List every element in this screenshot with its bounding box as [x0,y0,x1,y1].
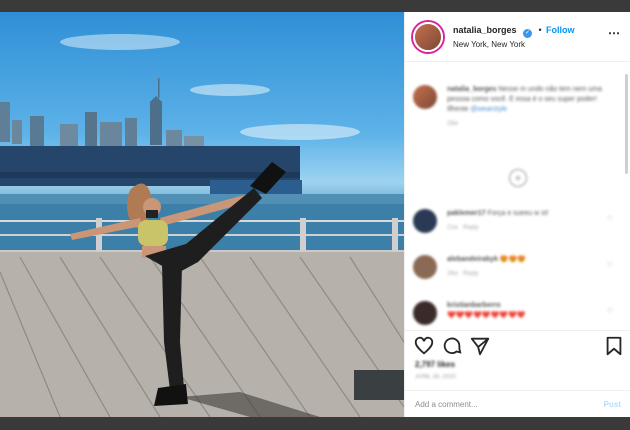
avatar[interactable] [413,255,437,279]
comment-like-icon[interactable]: ♡ [607,215,613,225]
reply-button[interactable]: Reply [463,225,478,231]
comment-like-icon[interactable]: ♡ [607,307,613,317]
add-comment-bar: Post [405,390,630,417]
avatar[interactable] [413,209,437,233]
more-options-icon[interactable]: ⋯ [608,26,620,40]
location-link[interactable]: New York, New York [453,38,575,51]
caption-text: natalia_borges Nesse m undo não tem nem … [447,85,613,115]
caption: natalia_borges Nesse m undo não tem nem … [413,85,613,129]
comment-time: 21w [447,225,459,231]
comment-body: ❤️❤️❤️❤️❤️❤️❤️❤️❤️ [447,312,526,319]
comment-body: Força e sueeu w st! [487,210,549,217]
comment-item: alebandeirabyk 😍😍😍 26w Reply ♡ [413,255,613,279]
follow-button[interactable]: Follow [546,25,575,35]
comment-text: kristianbarberro ❤️❤️❤️❤️❤️❤️❤️❤️❤️ [447,301,613,321]
comment-item: kristianbarberro ❤️❤️❤️❤️❤️❤️❤️❤️❤️ ♡ [413,301,613,325]
separator-dot: • [538,25,542,35]
comment-icon[interactable] [441,335,463,357]
caption-time: 26w [447,121,459,127]
share-icon[interactable] [469,335,491,357]
post-modal: natalia_borges ✓ • Follow New York, New … [0,12,630,417]
comment-username[interactable]: kristianbarberro [447,302,501,309]
caption-more: Ilfrente [447,106,469,113]
post-photo[interactable] [0,12,404,417]
comment-username[interactable]: alebandeirabyk [447,256,498,263]
add-comment-input[interactable] [415,399,604,409]
comment-item: paklemer17 Força e sueeu w st! 21w Reply… [413,209,613,233]
likes-count[interactable]: 2,797 likes [415,360,455,369]
comments-section: natalia_borges Nesse m undo não tem nem … [405,63,630,328]
comment-username[interactable]: paklemer17 [447,210,486,217]
verified-icon: ✓ [522,29,532,38]
bookmark-icon[interactable] [603,335,625,357]
post-comment-button[interactable]: Post [604,400,621,409]
reply-button[interactable]: Reply [463,271,478,277]
comment-body: 😍😍😍 [499,256,527,263]
header-text: natalia_borges ✓ • Follow New York, New … [453,22,575,51]
avatar[interactable] [413,301,437,325]
comment-meta: 21w Reply [447,223,613,233]
caption-tag[interactable]: @wearstyle [470,106,507,113]
post-side-panel: natalia_borges ✓ • Follow New York, New … [404,12,630,417]
action-bar [405,330,630,360]
avatar[interactable] [413,21,443,52]
comment-like-icon[interactable]: ♡ [607,261,613,271]
photo-scene [0,34,404,417]
comment-meta: 26w Reply [447,269,613,279]
load-more-comments-button[interactable]: + [509,169,527,187]
heart-icon[interactable] [413,335,435,357]
comment-text: paklemer17 Força e sueeu w st! [447,209,613,219]
comment-text: alebandeirabyk 😍😍😍 [447,255,613,265]
username-link[interactable]: natalia_borges [453,25,517,35]
post-date: JUNE 28, 2020 [415,374,456,380]
caption-username[interactable]: natalia_borges [447,86,496,93]
post-header: natalia_borges ✓ • Follow New York, New … [405,12,630,62]
comment-time: 26w [447,271,459,277]
avatar[interactable] [413,85,437,109]
